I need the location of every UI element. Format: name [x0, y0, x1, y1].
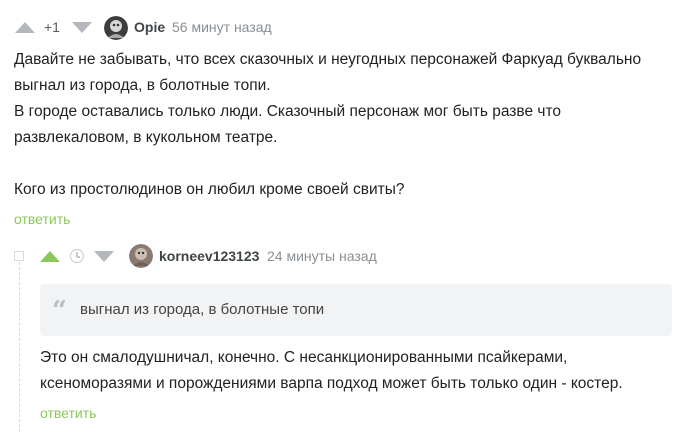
reply-line: Это он смалодушничал, конечно. С несанкц… — [40, 349, 568, 366]
upvote-icon[interactable] — [15, 22, 35, 33]
comment-text: Давайте не забывать, что всех сказочных … — [14, 47, 694, 203]
quote-text: выгнал из города, в болотные топи — [80, 301, 325, 318]
comment-author[interactable]: Opie — [134, 19, 165, 35]
downvote-icon[interactable] — [94, 251, 114, 262]
downvote-icon[interactable] — [72, 22, 92, 33]
quote-block: “ выгнал из города, в болотные топи — [40, 284, 672, 336]
comment-line: выгнал из города, в болотные топи. — [14, 77, 271, 94]
clock-icon — [70, 249, 84, 263]
comment-time[interactable]: 56 минут назад — [172, 19, 272, 35]
rating-count: +1 — [44, 19, 60, 35]
reply-text: Это он смалодушничал, конечно. С несанкц… — [40, 345, 690, 397]
avatar[interactable] — [129, 244, 153, 268]
reply-button[interactable]: ответить — [40, 405, 96, 421]
reply-line: ксеноморазями и порождениями варпа подхо… — [40, 375, 623, 392]
quote-icon: “ — [52, 296, 67, 326]
collapse-icon[interactable] — [14, 251, 24, 261]
comment-line: Кого из простолюдинов он любил кроме сво… — [14, 181, 405, 198]
avatar[interactable] — [104, 16, 128, 40]
comment-line: В городе оставались только люди. Сказочн… — [14, 103, 561, 120]
reply-button[interactable]: ответить — [14, 211, 70, 227]
reply-author[interactable]: korneev123123 — [159, 248, 259, 264]
comment-line: развлекаловом, в кукольном театре. — [14, 129, 278, 146]
comment-line: Давайте не забывать, что всех сказочных … — [14, 51, 642, 68]
thread-branch-line — [19, 262, 20, 432]
upvote-icon[interactable] — [40, 251, 60, 262]
reply-time[interactable]: 24 минуты назад — [267, 248, 377, 264]
